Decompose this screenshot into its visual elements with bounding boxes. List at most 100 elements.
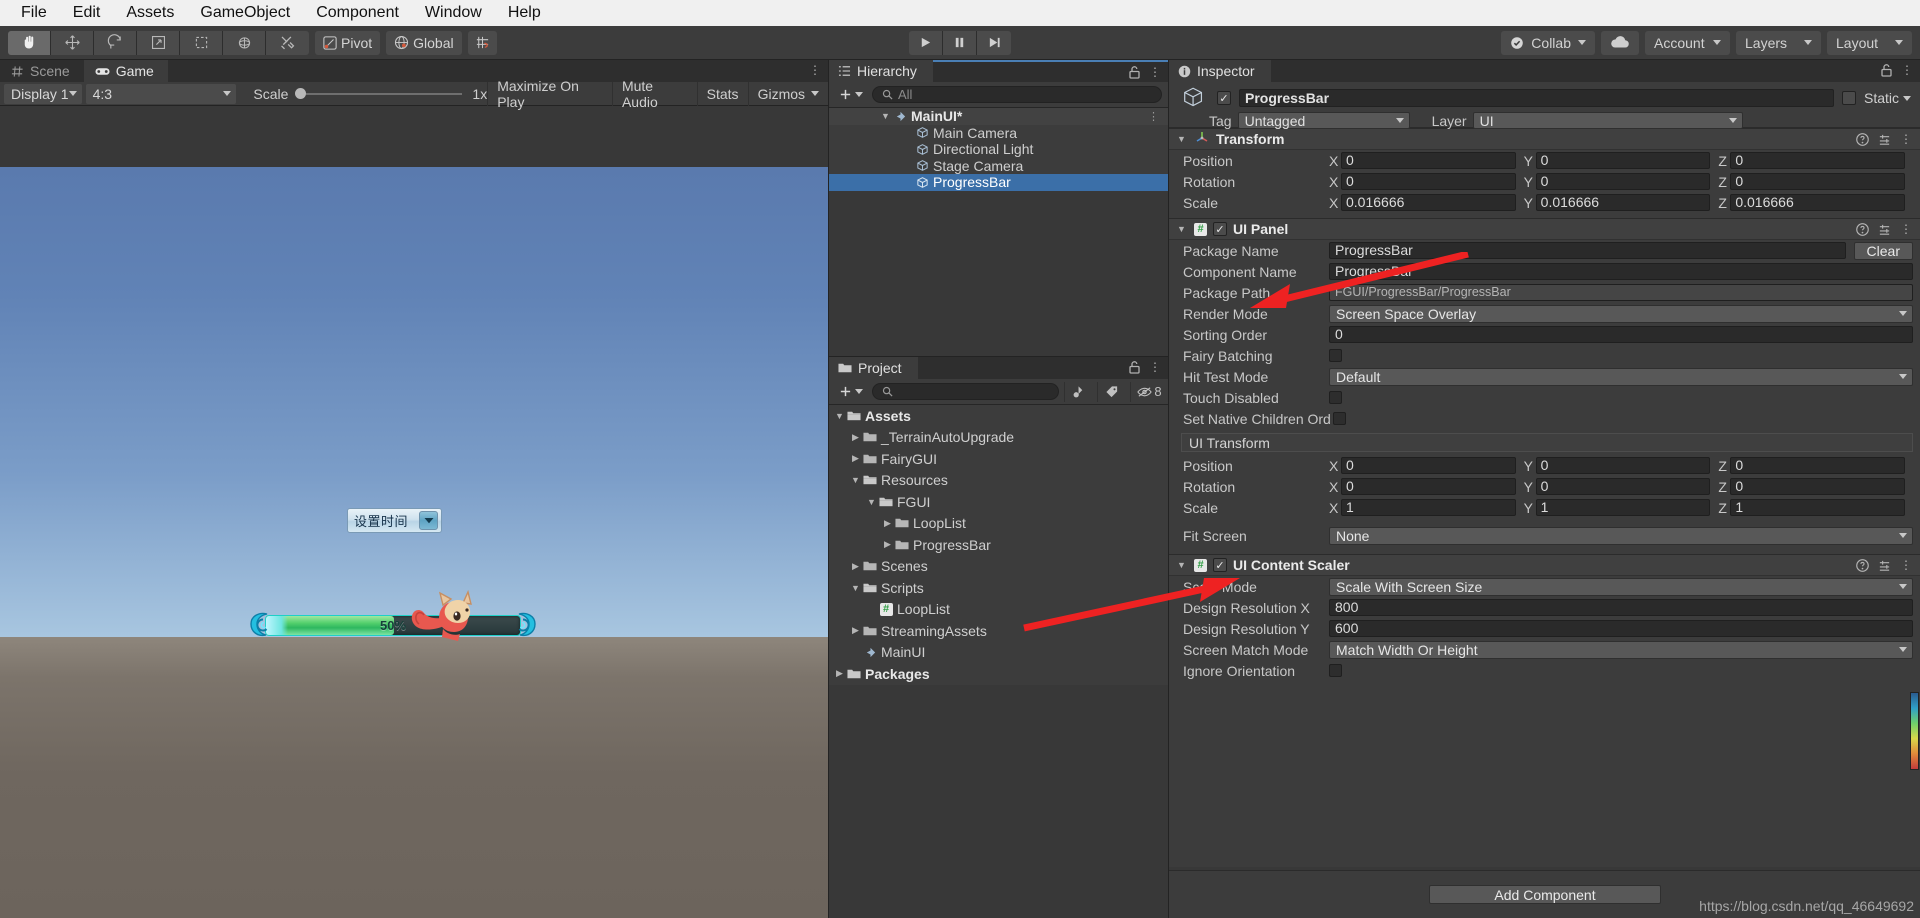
disclosure-triangle-icon[interactable]: ▼ bbox=[1175, 224, 1188, 234]
scale-y-input[interactable]: 0.016666 bbox=[1535, 194, 1711, 211]
preset-icon[interactable] bbox=[1878, 223, 1891, 236]
scale-x-input[interactable]: 0.016666 bbox=[1341, 194, 1516, 211]
sorting-order-input[interactable]: 0 bbox=[1329, 326, 1913, 343]
disclosure-triangle-icon[interactable]: ▶ bbox=[849, 432, 862, 443]
component-menu-icon[interactable]: ⋮ bbox=[1900, 132, 1913, 146]
tab-inspector[interactable]: Inspector bbox=[1169, 60, 1271, 82]
project-search-input[interactable] bbox=[872, 383, 1059, 400]
menu-item-file[interactable]: File bbox=[8, 0, 60, 26]
preset-icon[interactable] bbox=[1878, 133, 1891, 146]
component-menu-icon[interactable]: ⋮ bbox=[1900, 558, 1913, 572]
rect-tool-button[interactable] bbox=[180, 30, 223, 55]
hierarchy-row-mainui[interactable]: ▼ MainUI* ⋮ bbox=[829, 108, 1168, 125]
panel-menu-icon[interactable]: ⋮ bbox=[1149, 360, 1162, 374]
disclosure-triangle-icon[interactable]: ▶ bbox=[881, 539, 894, 550]
panel-menu-icon[interactable]: ⋮ bbox=[809, 63, 822, 77]
package-name-input[interactable]: ProgressBar bbox=[1329, 242, 1846, 259]
project-row-fairygui[interactable]: ▶ FairyGUI bbox=[829, 448, 1168, 470]
menu-item-help[interactable]: Help bbox=[495, 0, 554, 26]
project-row-packages[interactable]: ▶ Packages bbox=[829, 663, 1168, 685]
hierarchy-row-progressbar[interactable]: ▶ ProgressBar bbox=[829, 174, 1168, 191]
component-name-input[interactable]: ProgressBar bbox=[1329, 263, 1913, 280]
rotation-z-input[interactable]: 0 bbox=[1730, 173, 1906, 190]
move-tool-button[interactable] bbox=[51, 30, 94, 55]
hand-tool-button[interactable] bbox=[8, 30, 51, 55]
disclosure-triangle-icon[interactable]: ▶ bbox=[881, 518, 894, 529]
gizmos-button[interactable]: Gizmos bbox=[747, 81, 809, 106]
disclosure-triangle-icon[interactable]: ▶ bbox=[849, 625, 862, 636]
scale-slider-track[interactable] bbox=[306, 92, 463, 95]
disclosure-triangle-icon[interactable]: ▼ bbox=[849, 475, 862, 485]
help-icon[interactable] bbox=[1856, 558, 1869, 572]
global-toggle-button[interactable]: Global bbox=[386, 30, 462, 55]
rotation-x-input[interactable]: 0 bbox=[1341, 173, 1516, 190]
menu-item-gameobject[interactable]: GameObject bbox=[187, 0, 303, 26]
game-view-render[interactable]: 设置时间 50% bbox=[0, 167, 828, 918]
component-menu-icon[interactable]: ⋮ bbox=[1900, 222, 1913, 236]
render-mode-dropdown[interactable]: Screen Space Overlay bbox=[1329, 304, 1913, 323]
screen-match-mode-dropdown[interactable]: Match Width Or Height bbox=[1329, 640, 1913, 659]
position-x-input[interactable]: 0 bbox=[1341, 152, 1516, 169]
scale-z-input[interactable]: 0.016666 bbox=[1730, 194, 1906, 211]
scale-tool-button[interactable] bbox=[137, 30, 180, 55]
panel-menu-icon[interactable]: ⋮ bbox=[1149, 65, 1162, 79]
hierarchy-row-directional-light[interactable]: ▶ Directional Light bbox=[829, 141, 1168, 158]
cloud-button[interactable] bbox=[1601, 30, 1639, 55]
project-row-mainui-scene[interactable]: ▶ MainUI bbox=[829, 642, 1168, 664]
disclosure-triangle-icon[interactable]: ▼ bbox=[833, 411, 846, 421]
maximize-on-play-button[interactable]: Maximize On Play bbox=[487, 78, 612, 110]
row-menu-icon[interactable]: ⋮ bbox=[1148, 110, 1168, 123]
gizmos-dropdown[interactable] bbox=[809, 82, 828, 106]
hit-test-mode-dropdown[interactable]: Default bbox=[1329, 367, 1913, 386]
ui-position-x-input[interactable]: 0 bbox=[1341, 457, 1516, 474]
collab-button[interactable]: Collab bbox=[1501, 30, 1595, 55]
tab-game[interactable]: Game bbox=[83, 60, 168, 82]
transform-tool-button[interactable] bbox=[223, 30, 266, 55]
stats-button[interactable]: Stats bbox=[696, 81, 748, 106]
set-time-dropdown[interactable]: 设置时间 bbox=[347, 508, 442, 533]
ui-rotation-z-input[interactable]: 0 bbox=[1730, 478, 1906, 495]
component-ui-panel-header[interactable]: ▼ # ✓ UI Panel ⋮ bbox=[1169, 219, 1920, 240]
project-row-looplist-script[interactable]: ▶ # LoopList bbox=[829, 599, 1168, 621]
hierarchy-row-main-camera[interactable]: ▶ Main Camera bbox=[829, 125, 1168, 142]
ui-scale-y-input[interactable]: 1 bbox=[1535, 499, 1711, 516]
disclosure-triangle-icon[interactable]: ▼ bbox=[849, 583, 862, 593]
menu-item-window[interactable]: Window bbox=[412, 0, 495, 26]
scale-slider-knob[interactable] bbox=[295, 88, 307, 99]
component-transform-header[interactable]: ▼ Transform ⋮ bbox=[1169, 129, 1920, 150]
tab-project[interactable]: Project bbox=[829, 357, 918, 379]
ui-position-y-input[interactable]: 0 bbox=[1535, 457, 1711, 474]
mute-audio-button[interactable]: Mute Audio bbox=[611, 78, 697, 110]
project-row-scenes[interactable]: ▶ Scenes bbox=[829, 556, 1168, 578]
pause-button[interactable] bbox=[943, 30, 977, 55]
pivot-toggle-button[interactable]: Pivot bbox=[315, 30, 381, 55]
panel-menu-icon[interactable]: ⋮ bbox=[1901, 63, 1914, 77]
disclosure-triangle-icon[interactable]: ▼ bbox=[1175, 134, 1188, 144]
lock-icon[interactable] bbox=[1129, 360, 1140, 374]
position-y-input[interactable]: 0 bbox=[1535, 152, 1711, 169]
project-row-terrainautoupgrade[interactable]: ▶ _TerrainAutoUpgrade bbox=[829, 427, 1168, 449]
add-component-button[interactable]: Add Component bbox=[1429, 885, 1661, 904]
hierarchy-add-button[interactable] bbox=[835, 88, 867, 101]
help-icon[interactable] bbox=[1856, 222, 1869, 236]
project-row-resources[interactable]: ▼ Resources bbox=[829, 470, 1168, 492]
scale-mode-dropdown[interactable]: Scale With Screen Size bbox=[1329, 577, 1913, 596]
filter-by-type-button[interactable] bbox=[1064, 381, 1092, 402]
position-z-input[interactable]: 0 bbox=[1730, 152, 1906, 169]
scale-slider[interactable]: Scale 1x bbox=[246, 86, 487, 102]
ui-scale-x-input[interactable]: 1 bbox=[1341, 499, 1516, 516]
project-row-looplist-folder[interactable]: ▶ LoopList bbox=[829, 513, 1168, 535]
layers-button[interactable]: Layers bbox=[1736, 30, 1821, 55]
play-button[interactable] bbox=[909, 30, 943, 55]
disclosure-triangle-icon[interactable]: ▶ bbox=[833, 668, 846, 679]
set-native-children-order-checkbox[interactable] bbox=[1333, 412, 1346, 425]
tag-dropdown[interactable]: Untagged bbox=[1237, 112, 1410, 129]
design-resolution-y-input[interactable]: 600 bbox=[1329, 620, 1913, 637]
disclosure-triangle-icon[interactable]: ▼ bbox=[879, 111, 892, 121]
account-button[interactable]: Account bbox=[1645, 30, 1730, 55]
layer-dropdown[interactable]: UI bbox=[1472, 112, 1743, 129]
disclosure-triangle-icon[interactable]: ▶ bbox=[849, 561, 862, 572]
layout-button[interactable]: Layout bbox=[1827, 30, 1912, 55]
clear-button[interactable]: Clear bbox=[1853, 241, 1913, 260]
static-checkbox[interactable]: ✓ bbox=[1841, 91, 1856, 105]
